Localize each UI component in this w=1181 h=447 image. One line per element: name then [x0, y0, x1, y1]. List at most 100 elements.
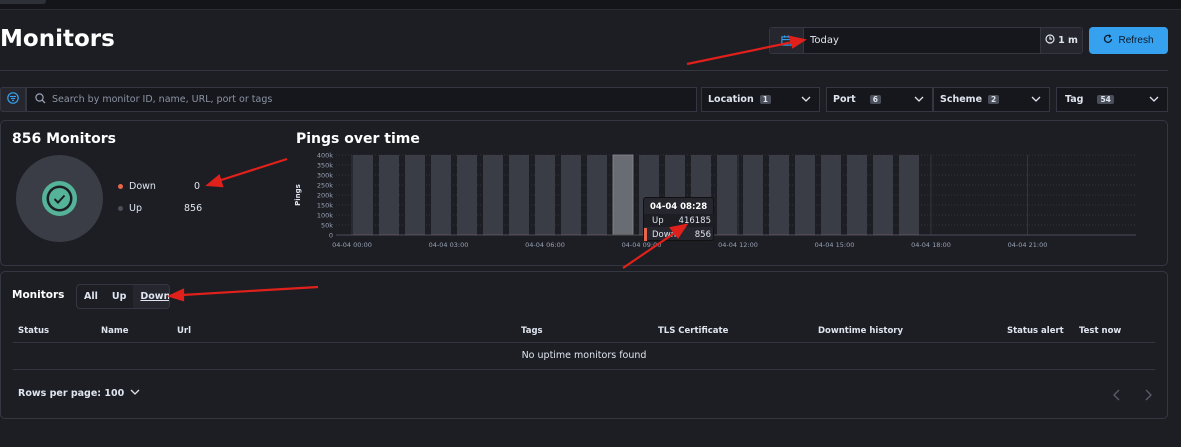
column-header-status[interactable]: Status: [18, 326, 49, 336]
y-axis-label: Pings: [294, 184, 302, 206]
column-header-name[interactable]: Name: [101, 326, 128, 336]
bar-up: [795, 155, 815, 235]
bar-up: [847, 155, 867, 235]
clock-icon: [1045, 34, 1055, 47]
status-donut-chart: [16, 155, 103, 242]
bar-up: [353, 155, 373, 235]
x-tick-label: 04-04 09:00: [622, 241, 662, 249]
dropdown-label: Port: [833, 94, 856, 105]
filter-all-button[interactable]: All: [77, 285, 105, 308]
chevron-down-icon: [914, 95, 924, 106]
port-filter-dropdown[interactable]: Port 6: [826, 87, 933, 112]
date-value[interactable]: Today: [804, 28, 1040, 53]
bar-up: [405, 155, 425, 235]
chevron-down-icon: [801, 95, 811, 106]
legend-down-label: Down: [129, 181, 156, 192]
dropdown-label: Location: [708, 94, 754, 105]
x-tick-label: 04-04 06:00: [525, 241, 565, 249]
y-tick-label: 350k: [317, 162, 333, 170]
refresh-button[interactable]: Refresh: [1089, 27, 1168, 54]
header-divider: [0, 70, 1168, 71]
tooltip-up-label: Up: [652, 215, 664, 226]
tooltip-title: 04-04 08:28: [650, 202, 708, 212]
dropdown-count-badge: 2: [988, 95, 1000, 104]
column-header-tags: Tags: [521, 326, 543, 336]
tooltip-down-row: Down 856: [644, 228, 715, 241]
y-tick-label: 50k: [321, 222, 333, 230]
top-bar: [0, 0, 1181, 10]
y-tick-label: 150k: [317, 202, 333, 210]
legend-down-value: 0: [194, 181, 201, 192]
table-footer-divider: [13, 369, 1155, 370]
chevron-down-icon: [130, 388, 140, 399]
x-tick-label: 04-04 03:00: [429, 241, 469, 249]
refresh-icon: [1103, 34, 1113, 47]
top-bar-tab[interactable]: [0, 0, 46, 4]
monitors-section-title: Monitors: [12, 289, 65, 301]
search-icon: [35, 92, 46, 107]
empty-table-message: No uptime monitors found: [521, 350, 647, 361]
bar-up: [821, 155, 841, 235]
chevron-left-icon[interactable]: [1112, 389, 1121, 405]
search-field[interactable]: [26, 87, 697, 112]
legend-up: Up 856: [118, 203, 202, 214]
pings-chart: Pings400k350k300k250k200k150k100k50k004-…: [294, 152, 1136, 249]
legend-down: Down 0: [118, 181, 200, 192]
bar-up: [899, 155, 919, 235]
bar-up: [379, 155, 399, 235]
date-picker[interactable]: Today 1 m: [769, 27, 1083, 54]
dropdown-label: Tag: [1065, 94, 1084, 105]
refresh-interval-label: 1 m: [1058, 35, 1078, 46]
chevron-down-icon: [1031, 95, 1041, 106]
monitor-count-title: 856 Monitors: [12, 131, 116, 147]
bar-up: [587, 155, 607, 235]
up-dot: [118, 206, 123, 211]
y-tick-label: 400k: [317, 152, 333, 160]
table-header-divider: [13, 342, 1155, 343]
chevron-right-icon[interactable]: [1144, 389, 1153, 405]
bar-up: [612, 154, 634, 236]
x-tick-label: 04-04 12:00: [718, 241, 758, 249]
column-header-status-alert: Status alert: [1007, 326, 1064, 336]
check-icon: [42, 181, 77, 216]
filter-up-button[interactable]: Up: [105, 285, 134, 308]
tag-filter-dropdown[interactable]: Tag 54: [1056, 87, 1168, 112]
legend-up-label: Up: [129, 203, 142, 214]
x-tick-label: 04-04 15:00: [815, 241, 855, 249]
tooltip-down-value: 856: [694, 229, 711, 240]
legend-up-value: 856: [184, 203, 203, 214]
bar-up: [561, 155, 581, 235]
bar-up: [457, 155, 477, 235]
tooltip-up-row: Up 416185: [644, 214, 715, 227]
bar-up: [509, 155, 529, 235]
status-filter-group: All Up Down: [76, 284, 170, 309]
bar-up: [483, 155, 503, 235]
page-title: Monitors: [0, 26, 115, 52]
rows-per-page-button[interactable]: Rows per page: 100: [18, 388, 140, 399]
refresh-interval-button[interactable]: 1 m: [1040, 28, 1082, 53]
search-input[interactable]: [52, 94, 652, 105]
bar-up: [873, 155, 893, 235]
dropdown-label: Scheme: [940, 94, 983, 105]
y-tick-label: 300k: [317, 172, 333, 180]
column-header-downtime: Downtime history: [818, 326, 904, 336]
scheme-filter-dropdown[interactable]: Scheme 2: [933, 87, 1050, 112]
chart-tooltip: 04-04 08:28 Up 416185 Down 856: [643, 197, 715, 241]
refresh-label: Refresh: [1118, 35, 1154, 46]
dropdown-count-badge: 1: [759, 95, 771, 104]
filter-toggle-button[interactable]: [0, 87, 26, 112]
calendar-icon[interactable]: [770, 28, 804, 53]
bar-up: [717, 155, 737, 235]
x-tick-label: 04-04 00:00: [332, 241, 372, 249]
x-tick-label: 04-04 21:00: [1008, 241, 1048, 249]
column-header-url: Url: [177, 326, 192, 336]
down-dot: [118, 184, 123, 189]
tooltip-up-value: 416185: [678, 215, 711, 226]
y-tick-label: 200k: [317, 192, 333, 200]
column-header-tls: TLS Certificate: [658, 326, 729, 336]
chevron-down-icon: [1149, 95, 1159, 106]
column-header-test-now: Test now: [1079, 326, 1122, 336]
filter-down-button[interactable]: Down: [133, 285, 169, 308]
location-filter-dropdown[interactable]: Location 1: [701, 87, 820, 112]
bar-up: [431, 155, 451, 235]
